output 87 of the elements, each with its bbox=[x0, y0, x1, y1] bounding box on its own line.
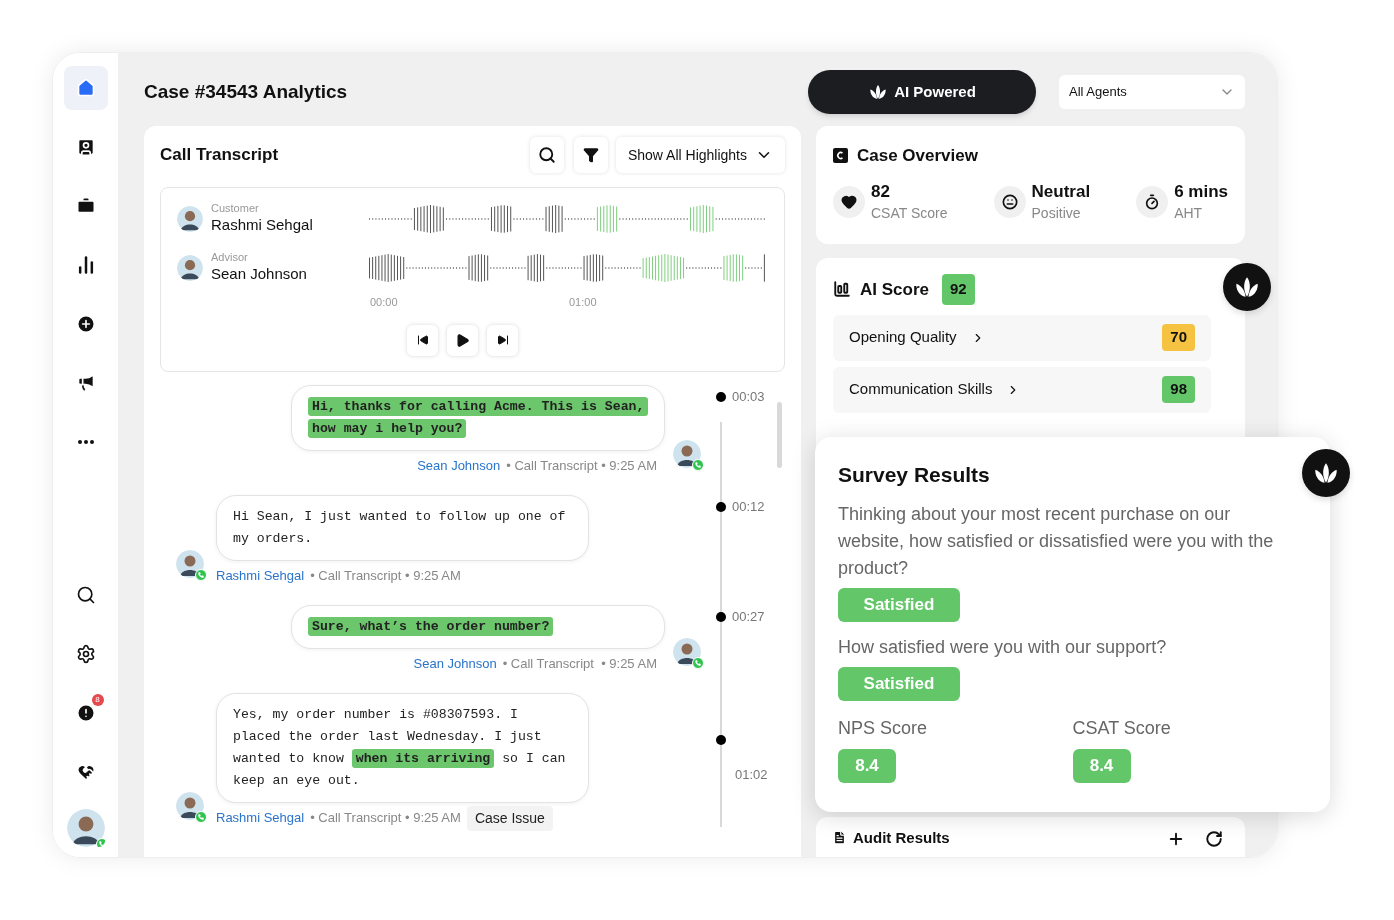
message-bubble: Hi Sean, I just wanted to follow up one of my orders. bbox=[216, 495, 589, 561]
message-meta: • Call Transcript • 9:25 AM bbox=[310, 567, 461, 586]
notification-badge: 8 bbox=[91, 694, 104, 706]
author-link[interactable]: Sean Johnson bbox=[417, 456, 501, 476]
avatar-icon bbox=[66, 809, 105, 847]
ai-powered-button[interactable]: AI Powered bbox=[808, 70, 1036, 114]
participant-role: Customer bbox=[211, 202, 260, 215]
participant-name: Rashmi Sehgal bbox=[211, 215, 314, 235]
neutral-face-icon bbox=[993, 185, 1026, 218]
skip-back-icon bbox=[416, 334, 429, 346]
phone-badge-icon bbox=[692, 657, 704, 670]
alert-button[interactable]: 8 bbox=[63, 691, 108, 735]
avatar-icon bbox=[177, 205, 203, 232]
message-meta: • Call Transcript • 9:25 AM bbox=[310, 809, 461, 828]
time-label: 01:00 bbox=[569, 295, 598, 310]
stat-label: CSAT Score bbox=[871, 203, 948, 223]
page-title: Case #34543 Analytics bbox=[144, 79, 349, 104]
highlights-dropdown[interactable]: Show All Highlights bbox=[615, 137, 785, 173]
author-link[interactable]: Rashmi Sehgal bbox=[216, 566, 305, 586]
answer-badge: Satisfied bbox=[838, 587, 960, 622]
score-label: Opening Quality bbox=[849, 327, 957, 348]
participant-name: Sean Johnson bbox=[211, 264, 308, 284]
filter-icon bbox=[582, 147, 599, 163]
home-button[interactable] bbox=[63, 66, 108, 110]
score-badge: 98 bbox=[1162, 376, 1195, 403]
avatar-icon bbox=[176, 792, 204, 821]
survey-question: How satisfied were you with our support? bbox=[838, 635, 1168, 659]
timestamp: 01:02 bbox=[735, 766, 769, 784]
card-title: Survey Results bbox=[838, 462, 991, 488]
stat-value: Neutral bbox=[1031, 180, 1091, 203]
agent-dropdown[interactable]: All Agents bbox=[1059, 75, 1245, 109]
score-badge: 8.4 bbox=[1072, 748, 1131, 783]
case-issue-tag: Case Issue bbox=[466, 805, 553, 831]
stat-label: AHT bbox=[1174, 203, 1204, 223]
survey-question: Thinking about your most recent purchase on our website, how satisfied or dissatisfied were you with the product? bbox=[838, 502, 1275, 580]
score-label: Communication Skills bbox=[849, 379, 993, 400]
plus-icon bbox=[1167, 830, 1185, 848]
time-label: 00:00 bbox=[370, 295, 399, 310]
score-row[interactable]: Opening Quality 70 bbox=[833, 314, 1211, 361]
participant-role: Advisor bbox=[211, 251, 249, 264]
skip-forward-icon bbox=[496, 334, 509, 346]
timestamp: 00:12 bbox=[732, 498, 765, 516]
score-badge: 8.4 bbox=[838, 748, 896, 783]
phone-badge-icon bbox=[195, 811, 207, 824]
avatar-icon bbox=[673, 638, 701, 667]
briefcase-icon bbox=[75, 196, 96, 216]
avatar-icon bbox=[177, 254, 203, 281]
phone-badge-icon bbox=[195, 569, 207, 582]
refresh-icon bbox=[1205, 830, 1223, 848]
search-icon bbox=[537, 146, 556, 164]
document-icon bbox=[832, 830, 847, 845]
answer-badge: Satisfied bbox=[838, 666, 960, 701]
score-badge: 92 bbox=[942, 274, 975, 305]
author-link[interactable]: Rashmi Sehgal bbox=[216, 808, 305, 828]
author-link[interactable]: Sean Johnson bbox=[413, 654, 497, 674]
stat-value: 6 mins bbox=[1174, 180, 1228, 203]
card-title: Call Transcript bbox=[160, 144, 280, 167]
message-bubble: Yes, my order number is #08307593. I placed the order last Wednesday. I just wanted to know when its arriving so I can keep an eye out. bbox=[216, 693, 589, 803]
phone-badge-icon bbox=[692, 459, 704, 472]
stat-value: 82 bbox=[871, 180, 891, 203]
timestamp: 00:27 bbox=[732, 608, 765, 626]
settings-icon bbox=[75, 644, 96, 664]
more-icon bbox=[77, 440, 94, 444]
score-badge: 70 bbox=[1162, 324, 1195, 351]
message-bubble: Hi, thanks for calling Acme. This is Sean, how may i help you? bbox=[291, 385, 665, 451]
score-label: CSAT Score bbox=[1072, 716, 1172, 740]
alert-icon bbox=[75, 703, 96, 723]
timestamp: 00:03 bbox=[732, 388, 765, 406]
add-icon bbox=[75, 314, 96, 334]
card-title: Case Overview bbox=[857, 145, 978, 167]
case-icon bbox=[833, 148, 848, 164]
message-meta: • Call Transcript • 9:25 AM bbox=[506, 457, 657, 476]
card-title: AI Score bbox=[860, 278, 929, 301]
scrollbar[interactable] bbox=[777, 402, 782, 468]
avatar-icon bbox=[176, 550, 204, 579]
stat-label: Positive bbox=[1031, 203, 1082, 223]
stopwatch-icon bbox=[1136, 185, 1169, 218]
score-row[interactable]: Communication Skills 98 bbox=[833, 366, 1211, 413]
profile-button[interactable] bbox=[66, 809, 105, 847]
search-icon bbox=[75, 585, 96, 605]
card-title: Audit Results bbox=[853, 828, 951, 848]
message-bubble: Sure, what’s the order number? bbox=[291, 605, 665, 649]
score-label: NPS Score bbox=[838, 716, 929, 740]
home-icon bbox=[75, 78, 96, 98]
play-icon bbox=[455, 332, 470, 348]
message-meta: • Call Transcript • 9:25 AM bbox=[502, 655, 657, 674]
avatar-icon bbox=[673, 440, 701, 469]
